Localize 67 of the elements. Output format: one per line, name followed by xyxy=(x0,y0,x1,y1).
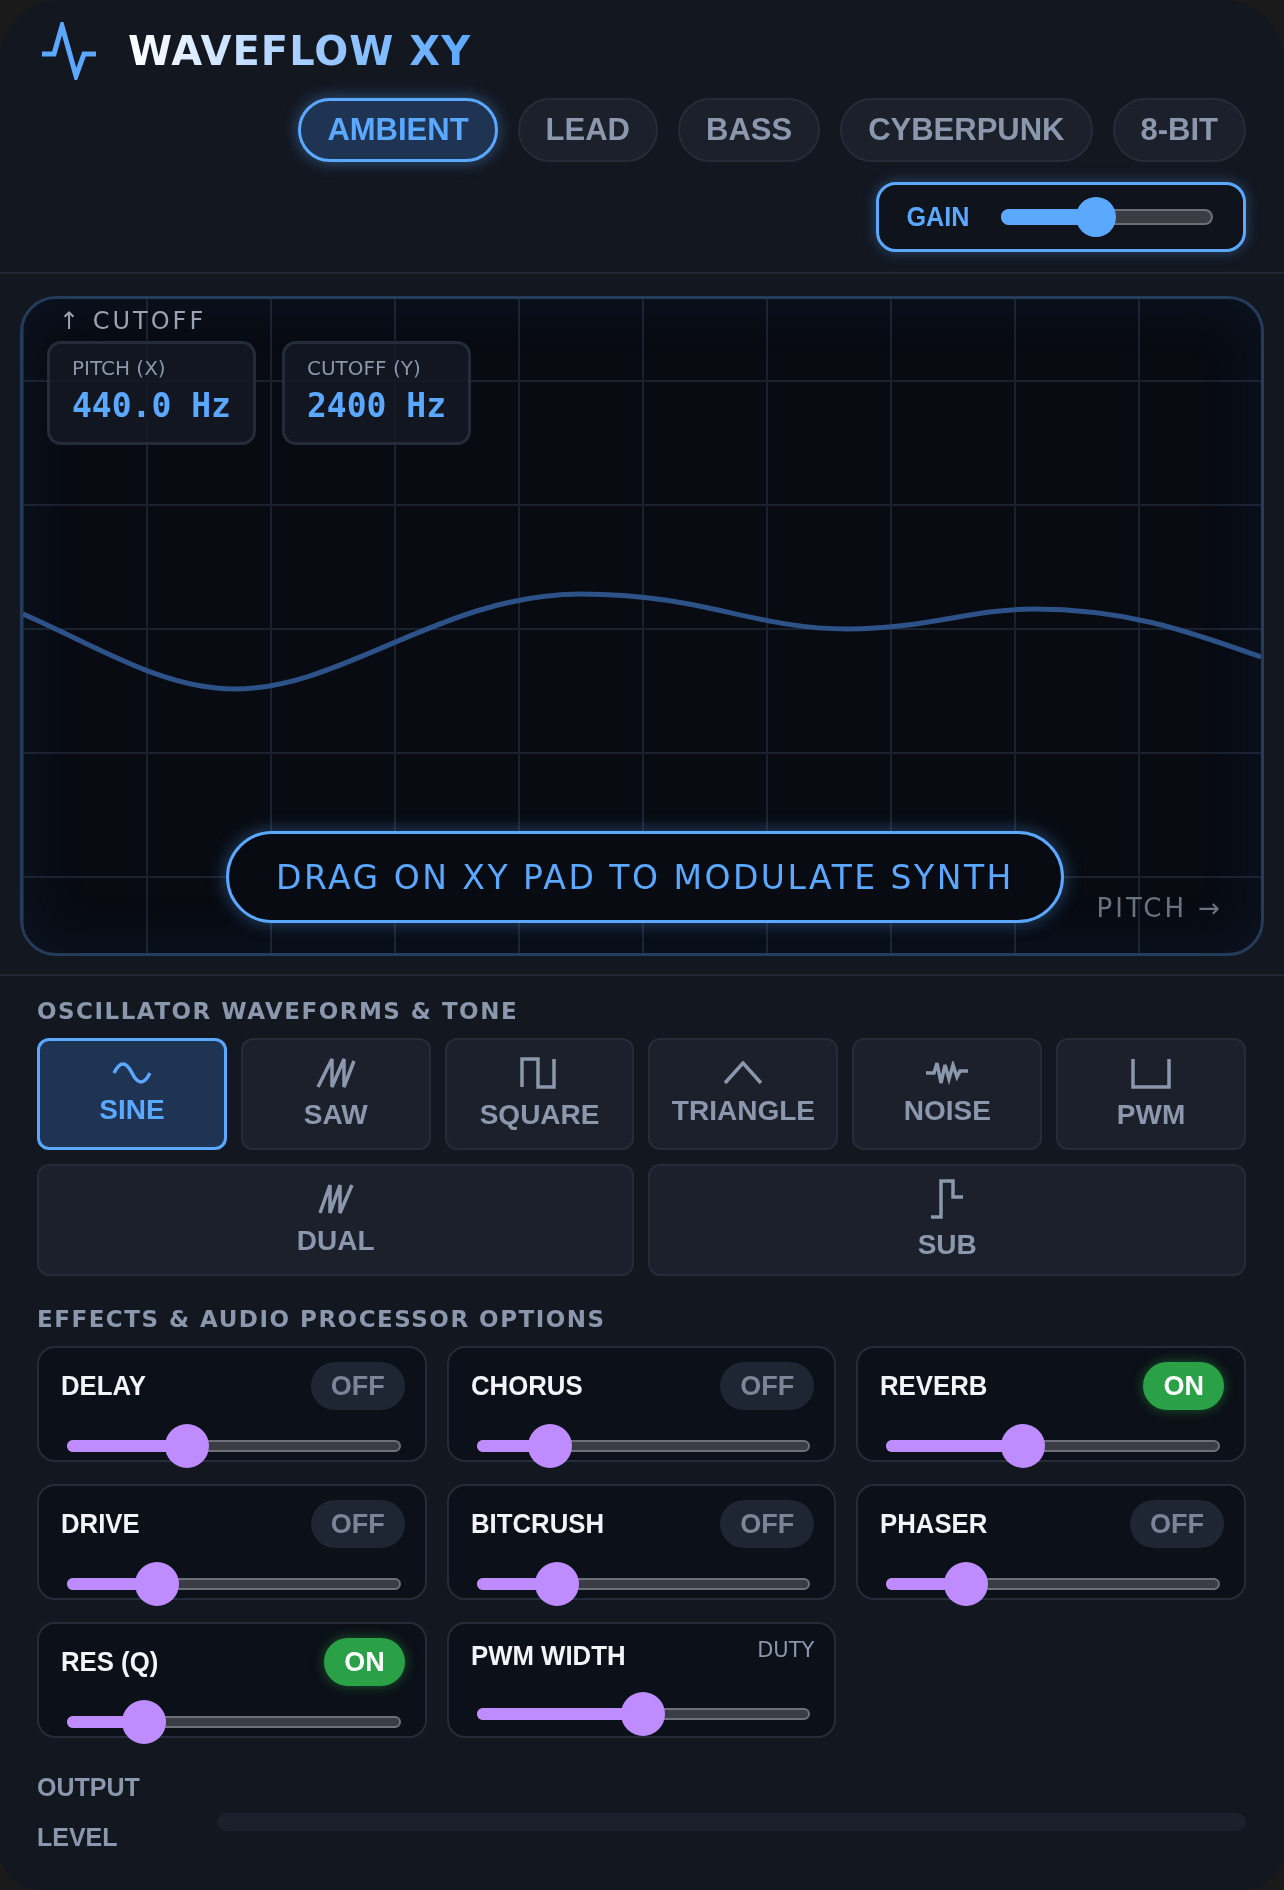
axis-label: ↑ CUTOFF xyxy=(59,307,207,335)
slider-track[interactable] xyxy=(67,1700,401,1744)
xy-pad[interactable]: ↑ CUTOFF PITCH (X) 440.0 Hz CUTOFF (Y) 2400 Hz DRAG ON XY PAD TO MODULATE SYNTH PITCH → xyxy=(20,296,1264,956)
waveform-icon xyxy=(926,1061,969,1085)
toggle-button[interactable]: OFF xyxy=(720,1362,815,1410)
effect-name: DRIVE xyxy=(61,1508,140,1540)
preset-tab[interactable]: CYBERPUNK xyxy=(840,98,1093,162)
preset-tab[interactable]: 8-BIT xyxy=(1112,98,1246,162)
toggle-button[interactable]: ON xyxy=(324,1638,405,1686)
slider-track[interactable] xyxy=(476,1692,811,1736)
slider-track[interactable] xyxy=(67,1562,401,1606)
effect-name: DELAY xyxy=(61,1370,146,1402)
waveform-icon xyxy=(315,1057,356,1089)
waveform-button[interactable]: TRIANGLE xyxy=(648,1038,839,1150)
effect-name: RES (Q) xyxy=(61,1646,159,1678)
waveform-button[interactable]: SQUARE xyxy=(444,1038,635,1150)
duty-label: DUTY xyxy=(757,1638,815,1662)
readout-value: 440.0 Hz xyxy=(72,386,231,425)
slider-thumb[interactable] xyxy=(528,1424,573,1468)
waveform-button[interactable]: DUAL xyxy=(37,1164,635,1276)
effect-name: BITCRUSH xyxy=(470,1508,604,1540)
waveform-button[interactable]: SAW xyxy=(240,1038,431,1150)
slider-thumb[interactable] xyxy=(165,1424,210,1468)
toggle-button[interactable]: OFF xyxy=(720,1500,815,1548)
slider-track[interactable] xyxy=(886,1424,1220,1468)
gain-label: GAIN xyxy=(906,201,970,233)
preset-tab[interactable]: AMBIENT xyxy=(298,98,498,162)
toggle-button[interactable]: OFF xyxy=(1130,1500,1224,1548)
waveform-button[interactable]: SUB xyxy=(648,1164,1246,1276)
output-label: OUTPUT LEVEL xyxy=(37,1772,141,1853)
waveform-icon xyxy=(1131,1057,1172,1089)
slider-thumb[interactable] xyxy=(121,1700,166,1744)
toggle-button[interactable]: OFF xyxy=(310,1500,405,1548)
slider-track[interactable] xyxy=(1001,197,1213,237)
section-title: EFFECTS & AUDIO PROCESSOR OPTIONS xyxy=(37,1306,607,1332)
slider-thumb[interactable] xyxy=(1001,1424,1046,1468)
readout-value: 2400 Hz xyxy=(306,386,447,425)
readout-label: CUTOFF (Y) xyxy=(306,356,421,380)
effect-name: PWM WIDTH xyxy=(470,1640,626,1672)
readout-label: PITCH (X) xyxy=(72,356,166,380)
waveform-button[interactable]: NOISE xyxy=(852,1038,1043,1150)
waveform-icon xyxy=(317,1183,354,1215)
waveform-button[interactable]: PWM xyxy=(1056,1038,1246,1150)
effect-name: PHASER xyxy=(880,1508,988,1540)
effect-name: CHORUS xyxy=(470,1370,583,1402)
waveform-button[interactable]: SINE xyxy=(37,1038,227,1150)
section-title: OSCILLATOR WAVEFORMS & TONE xyxy=(37,998,520,1024)
waveform-icon xyxy=(723,1061,764,1085)
preset-tab[interactable]: BASS xyxy=(678,98,821,162)
waveform-icon xyxy=(111,1062,152,1084)
slider-track[interactable] xyxy=(476,1424,811,1468)
slider-track[interactable] xyxy=(67,1424,401,1468)
slider-track[interactable] xyxy=(476,1562,811,1606)
toggle-button[interactable]: ON xyxy=(1143,1362,1224,1410)
slider-thumb[interactable] xyxy=(621,1692,666,1736)
pulse-icon xyxy=(40,22,98,80)
slider-thumb[interactable] xyxy=(534,1562,579,1606)
hint-button[interactable]: DRAG ON XY PAD TO MODULATE SYNTH xyxy=(226,831,1064,923)
slider-thumb[interactable] xyxy=(135,1562,180,1606)
waveform-icon xyxy=(929,1179,966,1219)
preset-tab[interactable]: LEAD xyxy=(517,98,658,162)
slider-track[interactable] xyxy=(886,1562,1220,1606)
slider-thumb[interactable] xyxy=(1076,197,1117,237)
toggle-button[interactable]: OFF xyxy=(310,1362,405,1410)
axis-label: PITCH → xyxy=(1096,893,1223,923)
slider-thumb[interactable] xyxy=(944,1562,989,1606)
effect-name: REVERB xyxy=(880,1370,988,1402)
